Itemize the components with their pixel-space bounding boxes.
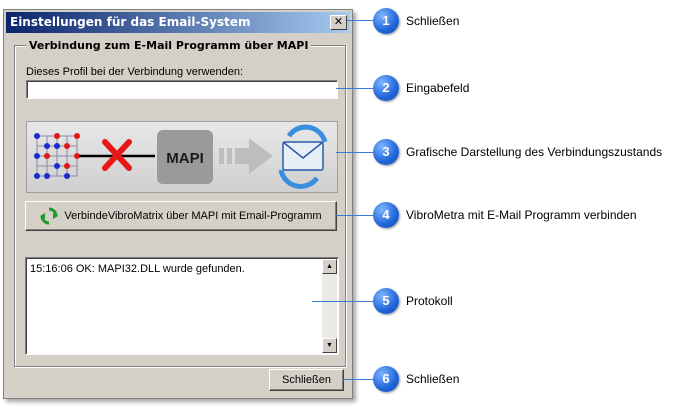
- connection-status-graphic: MAPI: [26, 121, 338, 193]
- scroll-up-icon[interactable]: ▲: [322, 259, 337, 274]
- connection-diagram: MAPI: [34, 124, 328, 189]
- callout-4-badge: 4: [373, 202, 399, 228]
- profile-input[interactable]: [26, 80, 338, 99]
- callout-5-line: [312, 301, 376, 302]
- close-button[interactable]: Schließen: [269, 369, 344, 391]
- window-title: Einstellungen für das Email-System: [10, 15, 251, 29]
- callout-6-badge: 6: [373, 366, 399, 392]
- settings-dialog: Einstellungen für das Email-System ✕ Ver…: [3, 9, 353, 399]
- callout-1-badge: 1: [373, 8, 399, 34]
- refresh-icon: [40, 207, 59, 225]
- log-textarea[interactable]: 15:16:06 OK: MAPI32.DLL wurde gefunden. …: [25, 257, 339, 355]
- connect-button[interactable]: VerbindeVibroMatrix über MAPI mit Email-…: [25, 201, 337, 231]
- callout-1-text: Schließen: [406, 14, 460, 28]
- callout-5-text: Protokoll: [406, 294, 453, 308]
- close-icon[interactable]: ✕: [330, 15, 347, 30]
- arrow-icon: [219, 138, 273, 174]
- scroll-down-icon[interactable]: ▼: [322, 338, 337, 353]
- connect-button-label: VerbindeVibroMatrix über MAPI mit Email-…: [64, 210, 322, 222]
- callout-3-text: Grafische Darstellung des Verbindungszus…: [406, 145, 663, 159]
- callout-6-line: [343, 379, 376, 380]
- callout-3-badge: 3: [373, 139, 399, 165]
- vibromatrix-grid-icon: [34, 133, 80, 179]
- log-scrollbar[interactable]: ▲ ▼: [322, 259, 337, 353]
- callout-4-line: [336, 215, 376, 216]
- callout-5-badge: 5: [373, 288, 399, 314]
- email-program-icon: [278, 124, 328, 189]
- mapi-label: MAPI: [166, 150, 204, 167]
- group-title: Verbindung zum E-Mail Programm über MAPI: [26, 39, 312, 52]
- callout-2-line: [336, 88, 376, 89]
- title-bar[interactable]: Einstellungen für das Email-System ✕: [6, 12, 350, 33]
- callout-2-badge: 2: [373, 75, 399, 101]
- callout-4-text: VibroMetra mit E-Mail Programm verbinden: [406, 208, 637, 222]
- log-line: 15:16:06 OK: MAPI32.DLL wurde gefunden.: [30, 263, 245, 275]
- callout-6-text: Schließen: [406, 372, 460, 386]
- callout-3-line: [336, 152, 376, 153]
- callout-2-text: Eingabefeld: [406, 81, 470, 95]
- profile-label: Dieses Profil bei der Verbindung verwend…: [26, 66, 244, 78]
